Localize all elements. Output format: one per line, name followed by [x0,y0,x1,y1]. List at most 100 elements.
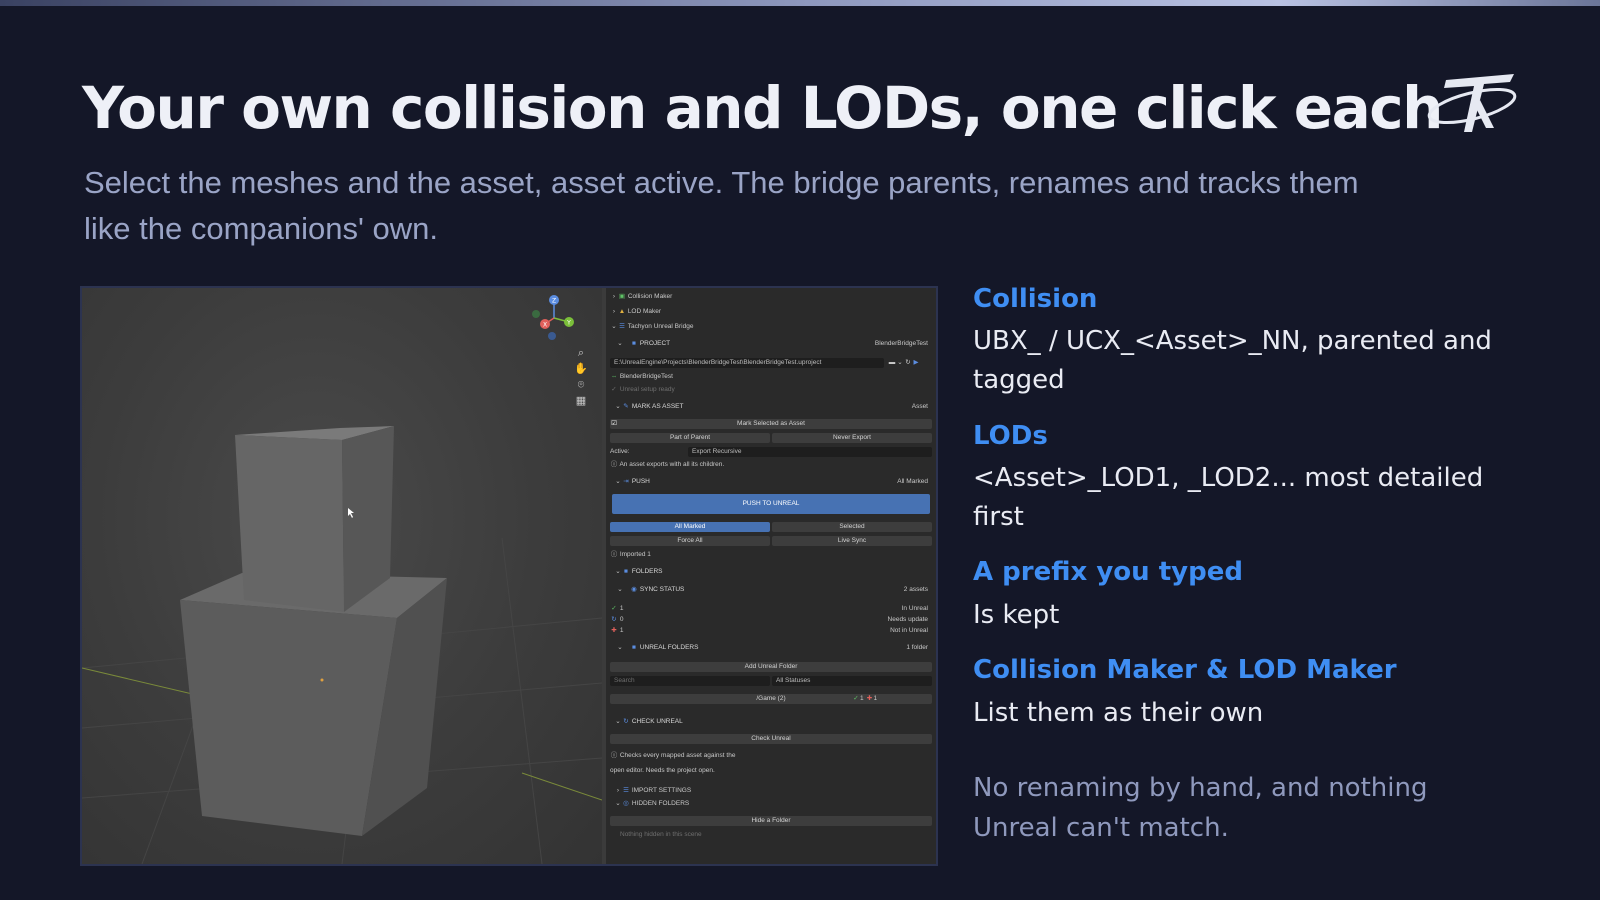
chevron-right-icon: › [612,308,616,315]
chevron-down-icon: ⌄ [615,800,621,807]
pan-hand-icon[interactable]: ✋ [574,362,588,376]
top-accent-bar [0,0,1600,6]
project-path-buttons[interactable]: ▬ ⌄ ↻ ▶ [888,358,932,368]
plus-icon: ✚ [611,627,617,634]
small-box-front [235,435,344,612]
svg-text:X: X [543,322,547,329]
browse-folder-icon: ▬ [888,359,896,366]
push-icon: ⇥ [623,478,629,485]
export-mode-select[interactable]: Export Recursive [688,447,932,457]
hide-folder-button[interactable]: Hide a Folder [610,816,932,826]
push-section[interactable]: ⌄ ⇥ PUSH All Marked [610,477,932,487]
refresh-icon: ↻ [905,359,911,366]
asset-exports-info: ⓘ An asset exports with all its children… [610,461,725,468]
check-info-line-2: open editor. Needs the project open. [610,767,715,774]
check-icon: ✓ [611,605,617,612]
zoom-icon[interactable]: ⌕ [574,346,588,360]
viewport-scene: Z Y X [82,295,602,864]
info-icon: ⓘ [610,461,618,468]
status-not-in-unreal: ✚ 1 Not in Unreal [611,627,928,634]
live-sync-button[interactable]: Live Sync [772,536,932,546]
info-icon: ⓘ [610,551,618,558]
blender-screenshot: Z Y X ⌕ ✋ ⌾ ▦ › ▣ Collision Maker › ▲ LOD … [80,286,938,866]
chevron-down-icon: ⌄ [615,478,621,485]
info-icon: ⓘ [610,752,618,759]
force-all-button[interactable]: Force All [610,536,770,546]
svg-text:Z: Z [552,298,556,305]
chevron-down-icon: ⌄ [615,718,621,725]
play-icon: ▶ [913,359,919,366]
project-link[interactable]: ⇔ BlenderBridgeTest [610,372,932,382]
mark-selected-button[interactable]: Mark Selected as Asset [610,419,932,429]
feature-text-collision: UBX_ / UCX_<Asset>_NN, parented and tagg… [973,326,1492,395]
tag-icon: ✎ [623,403,629,410]
mark-checkbox[interactable]: ☑ [610,419,620,429]
chevron-right-icon: › [612,293,616,300]
folder-icon: ■ [624,568,628,575]
part-of-parent-button[interactable]: Part of Parent [610,433,770,443]
bridge-header[interactable]: ⌄ ☰ Tachyon Unreal Bridge [610,322,932,332]
active-label: Active: [610,448,630,455]
chevron-down-icon: ⌄ [611,323,617,330]
refresh-icon: ↻ [623,718,629,725]
checkbox-icon: ☑ [611,420,617,427]
mark-as-asset-section[interactable]: ⌄ ✎ MARK AS ASSET Asset [610,402,932,412]
bridge-icon: ☰ [619,323,625,330]
chevron-down-icon: ⌄ [615,568,621,575]
big-box-front [180,600,397,836]
check-unreal-button[interactable]: Check Unreal [610,734,932,744]
folder-icon: ■ [632,644,636,651]
folder-icon: ■ [632,340,636,347]
navigation-gizmo[interactable]: Z Y X [532,295,574,340]
game-folder-status: ✓1 ✚1 [853,695,878,702]
chevron-right-icon: › [616,787,620,794]
update-icon: ↻ [611,616,617,623]
3d-viewport[interactable]: Z Y X ⌕ ✋ ⌾ ▦ [82,288,602,864]
check-unreal-section[interactable]: ⌄ ↻ CHECK UNREAL [610,717,932,727]
lod-maker-header[interactable]: › ▲ LOD Maker [610,307,932,317]
sync-icon: ◉ [631,586,637,593]
chevron-down-icon: ⌄ [617,340,623,347]
unreal-folders-section[interactable]: ⌄ ■ UNREAL FOLDERS 1 folder [610,643,932,653]
feature-title-makers: Collision Maker & LOD Maker [973,655,1397,685]
status-needs-update: ↻ 0 Needs update [611,616,928,623]
slide-title: Your own collision and LODs, one click e… [82,74,1443,142]
chevron-down-icon: ⌄ [617,586,623,593]
grid-view-icon[interactable]: ▦ [574,394,588,408]
settings-list-icon: ☰ [623,787,629,794]
bridge-side-panel: › ▣ Collision Maker › ▲ LOD Maker ⌄ ☰ Tachy… [606,288,936,864]
svg-text:Y: Y [566,320,571,327]
check-icon: ✓ [853,695,859,702]
origin-dot [320,678,324,682]
tachyon-logo-icon [1427,74,1517,132]
never-export-button[interactable]: Never Export [772,433,932,443]
feature-title-collision: Collision [973,284,1098,314]
chevron-down-icon: ⌄ [617,644,623,651]
unreal-ready-status: ✓ Unreal setup ready [611,386,675,393]
camera-icon[interactable]: ⌾ [574,378,588,392]
warning-triangle-icon: ▲ [618,308,626,315]
feature-text-prefix: Is kept [973,600,1060,630]
project-section[interactable]: ⌄ ■ PROJECT BlenderBridgeTest [610,339,932,349]
status-in-unreal: ✓ 1 In Unreal [611,605,928,612]
collision-maker-header[interactable]: › ▣ Collision Maker [610,292,932,302]
check-icon: ✓ [611,386,617,393]
folder-search-input[interactable]: Search [610,676,770,686]
tab-all-marked[interactable]: All Marked [610,522,770,532]
tab-selected[interactable]: Selected [772,522,932,532]
add-unreal-folder-button[interactable]: Add Unreal Folder [610,662,932,672]
project-path-field[interactable]: E:\UnrealEngine\Projects\BlenderBridgeTe… [610,358,884,368]
collision-icon: ▣ [618,293,626,300]
hidden-folders-section[interactable]: ⌄ ◎ HIDDEN FOLDERS [610,799,932,809]
import-settings-section[interactable]: › ☰ IMPORT SETTINGS [610,786,932,796]
status-filter-select[interactable]: All Statuses [772,676,932,686]
feature-text-lods: <Asset>_LOD1, _LOD2... most detailed fir… [973,463,1484,532]
folders-section[interactable]: ⌄ ■ FOLDERS [610,567,932,577]
push-to-unreal-button[interactable]: PUSH TO UNREAL [612,494,930,514]
sync-status-section[interactable]: ⌄ ◉ SYNC STATUS 2 assets [610,585,932,595]
link-icon: ⇔ [610,373,618,380]
feature-title-lods: LODs [973,421,1048,451]
slide-subtitle: Select the meshes and the asset, asset a… [84,165,1359,246]
imported-status: ⓘ Imported 1 [610,551,651,558]
check-info-line-1: ⓘ Checks every mapped asset against the [610,752,736,759]
